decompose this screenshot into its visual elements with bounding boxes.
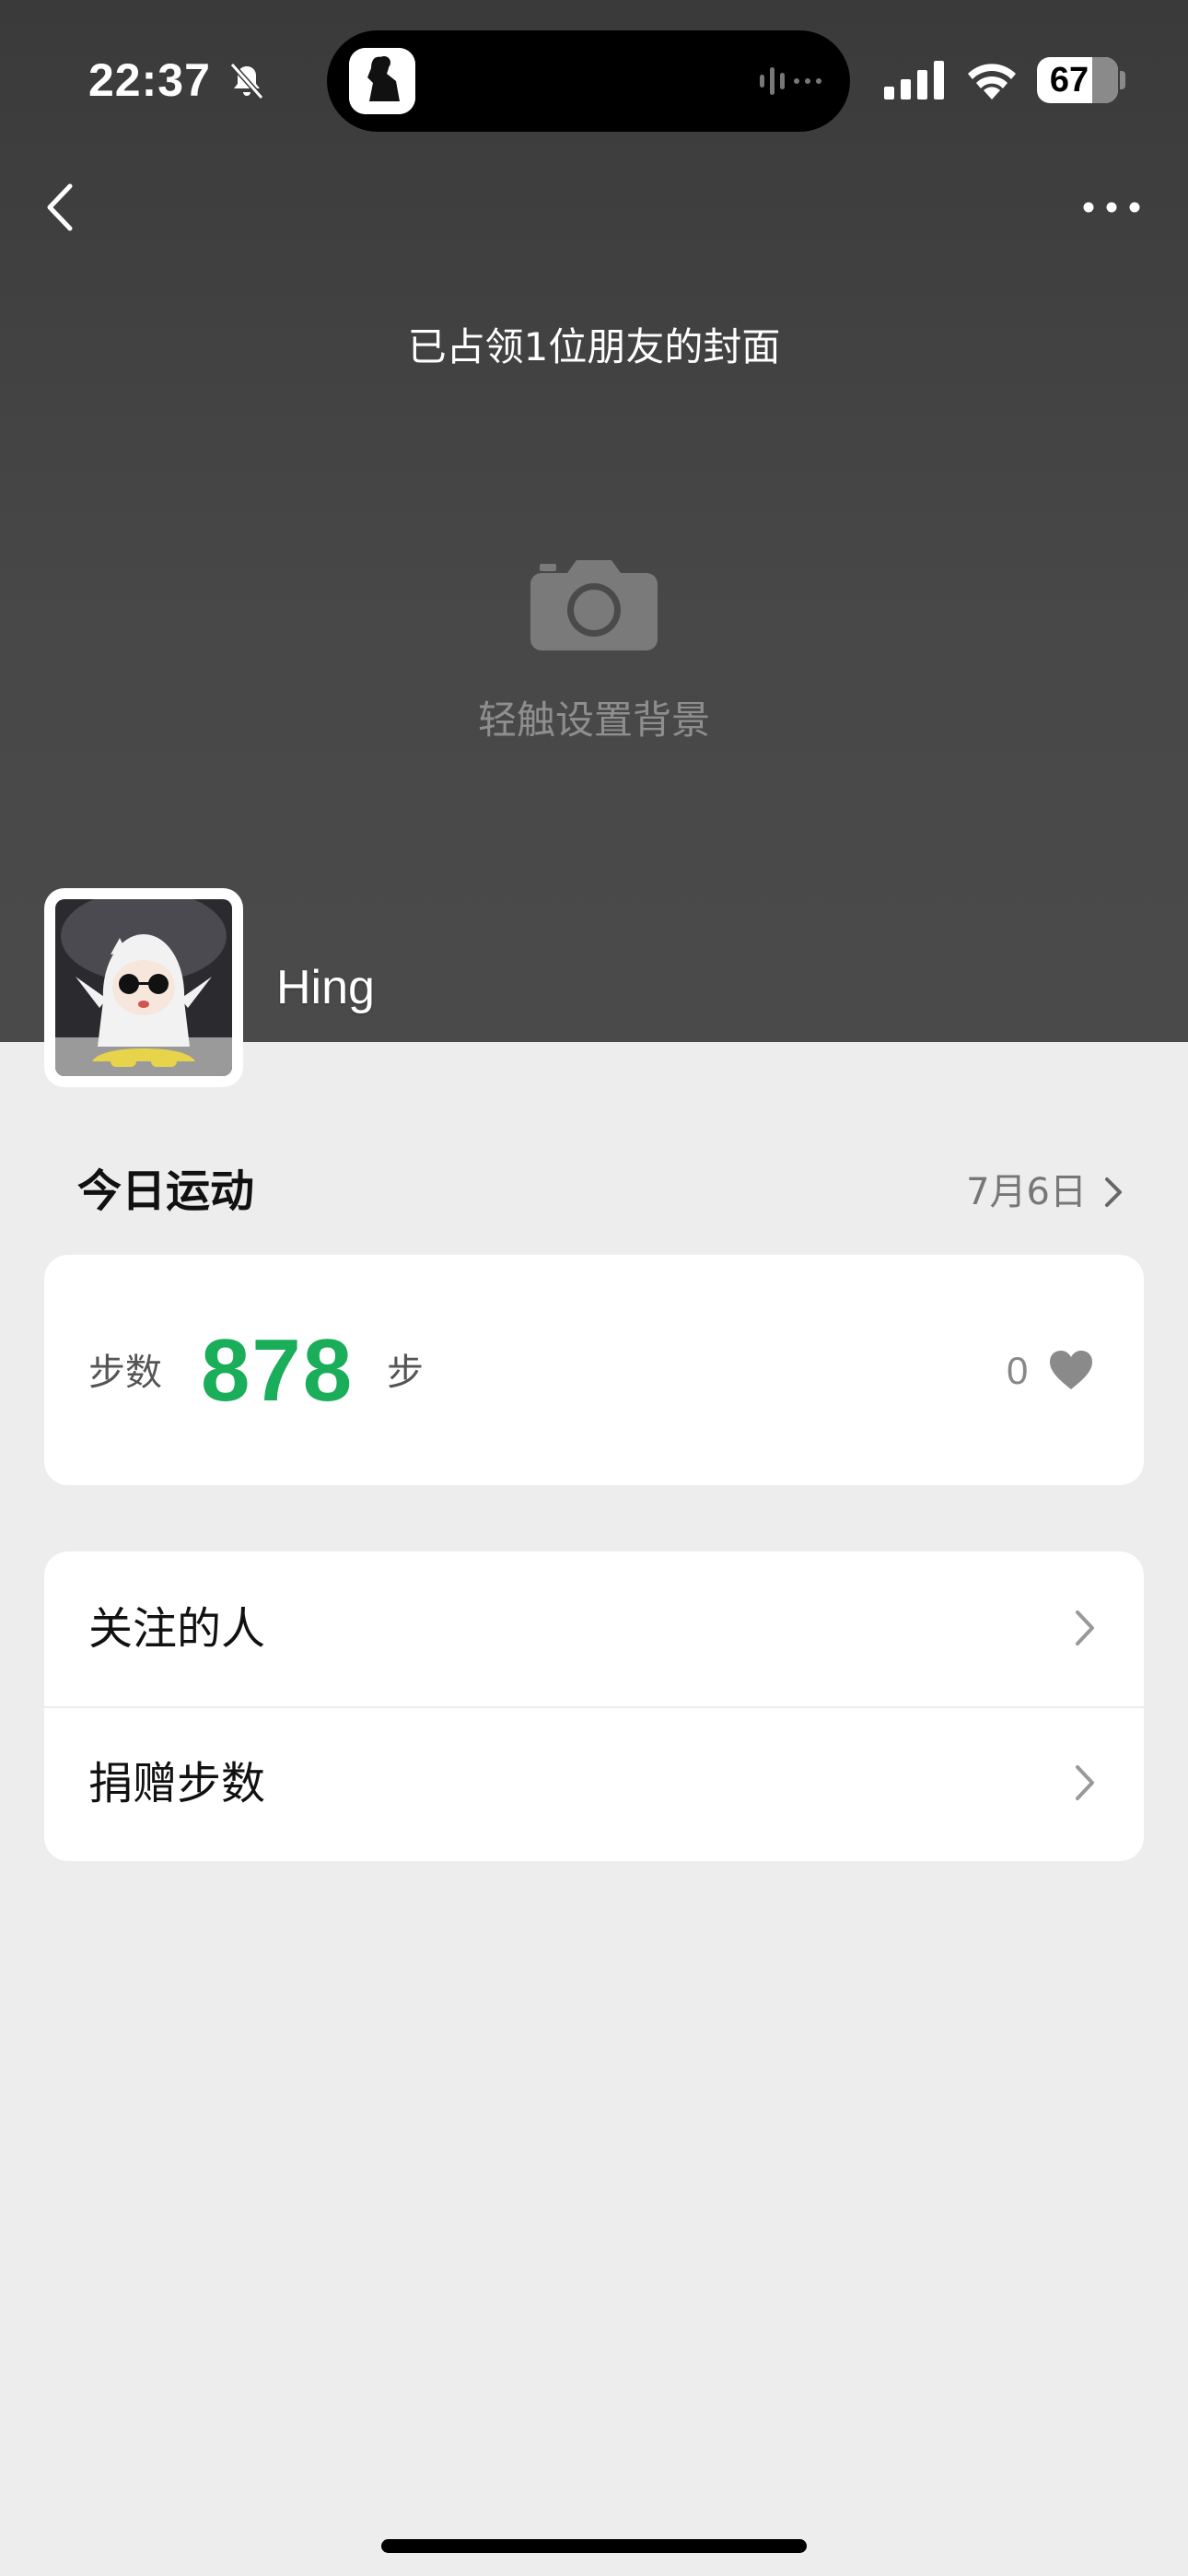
steps-unit: 步 bbox=[387, 1352, 424, 1394]
menu-item-donate-steps[interactable]: 捐赠步数 bbox=[44, 1706, 1144, 1861]
date-selector[interactable]: 7月6日 bbox=[966, 1163, 1124, 1222]
today-activity-title: 今日运动 bbox=[77, 1165, 255, 1217]
battery-cap bbox=[1120, 71, 1125, 89]
steps-value: 878 bbox=[201, 1321, 355, 1420]
silent-bell-icon bbox=[229, 63, 264, 100]
menu-item-label: 捐赠步数 bbox=[88, 1758, 266, 1809]
cover-background[interactable]: 22:37 67 已占领1位朋友的封面 轻触设置背景 bbox=[0, 0, 1188, 1042]
status-time: 22:37 bbox=[88, 54, 211, 106]
heart-icon[interactable] bbox=[1048, 1349, 1094, 1391]
now-playing-app-icon[interactable] bbox=[349, 48, 415, 114]
menu-card: 关注的人 捐赠步数 bbox=[44, 1551, 1144, 1861]
camera-icon[interactable] bbox=[530, 556, 658, 650]
menu-item-label: 关注的人 bbox=[88, 1603, 266, 1655]
menu-item-following[interactable]: 关注的人 bbox=[44, 1551, 1144, 1708]
date-label: 7月6日 bbox=[966, 1171, 1087, 1213]
avatar[interactable] bbox=[44, 888, 243, 1087]
chevron-right-icon bbox=[1105, 1177, 1122, 1207]
likes-count: 0 bbox=[1007, 1349, 1029, 1392]
cellular-signal-icon bbox=[884, 61, 944, 100]
chevron-right-icon bbox=[1076, 1765, 1094, 1800]
battery-indicator: 67 bbox=[1037, 57, 1118, 103]
audio-wave-icon bbox=[760, 67, 821, 95]
more-options-icon[interactable] bbox=[1079, 193, 1144, 221]
wifi-icon bbox=[968, 64, 1016, 100]
username[interactable]: Hing bbox=[276, 956, 375, 1019]
steps-card[interactable]: 步数 878 步 0 bbox=[44, 1255, 1144, 1485]
cover-occupied-note: 已占领1位朋友的封面 bbox=[407, 324, 781, 369]
steps-label: 步数 bbox=[88, 1352, 162, 1394]
battery-level: 67 bbox=[1049, 61, 1089, 100]
back-chevron-icon[interactable] bbox=[37, 175, 87, 240]
avatar-image bbox=[55, 899, 232, 1076]
home-indicator[interactable] bbox=[381, 2539, 807, 2553]
set-background-label[interactable]: 轻触设置背景 bbox=[0, 691, 1188, 750]
dynamic-island[interactable] bbox=[327, 30, 850, 132]
chevron-right-icon bbox=[1076, 1610, 1094, 1645]
